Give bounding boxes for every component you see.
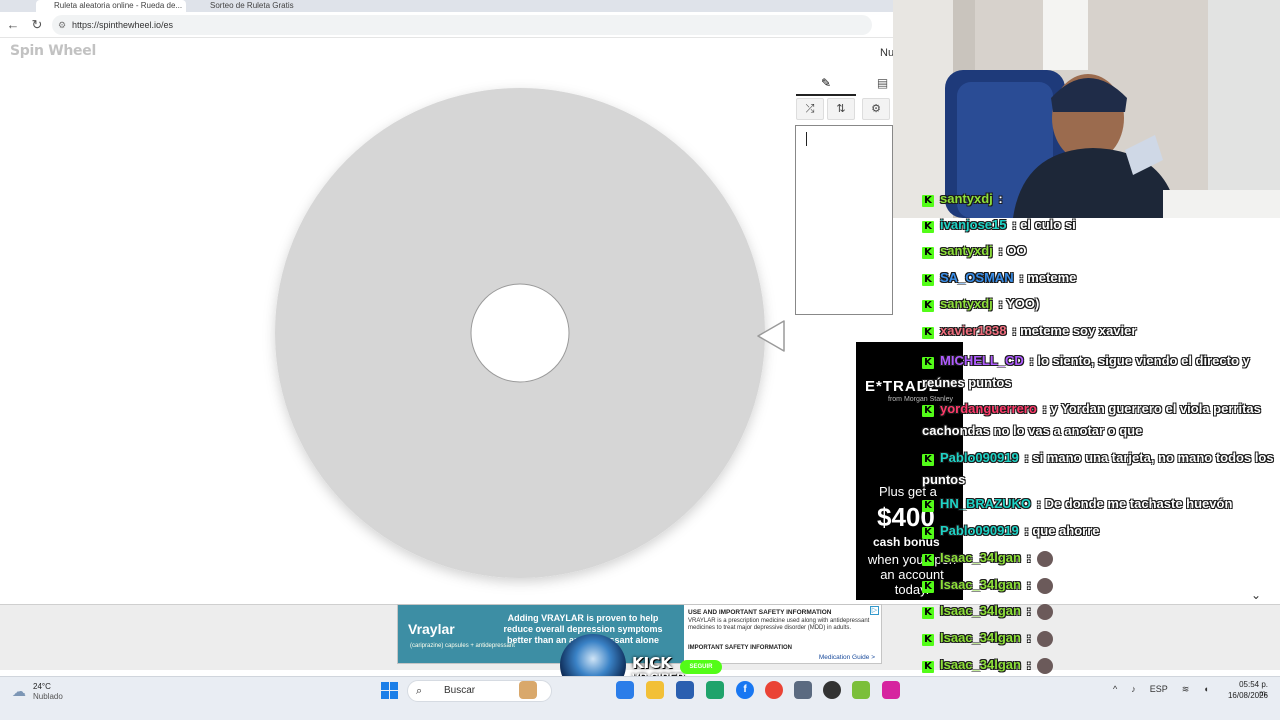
edge-icon[interactable] bbox=[706, 681, 724, 699]
shuffle-button[interactable]: ⤮ bbox=[796, 98, 824, 120]
ad-info-body: VRAYLAR is a prescription medicine used … bbox=[688, 618, 870, 631]
volume-icon[interactable]: ◖ bbox=[1203, 684, 1208, 695]
entries-textarea[interactable] bbox=[795, 125, 893, 315]
store-icon[interactable] bbox=[676, 681, 694, 699]
system-tray: ^ ♪ ESP ≋ ◖ bbox=[1113, 684, 1209, 695]
etrade-plus: Plus get a bbox=[879, 484, 937, 499]
kick-follow-pill: SEGUIR bbox=[680, 660, 722, 674]
sort-icon: ⇅ bbox=[836, 103, 846, 115]
microphone-icon[interactable]: ♪ bbox=[1131, 684, 1136, 695]
clipboard-icon: ▤ bbox=[876, 76, 889, 90]
ad-choices-icon[interactable]: ▷ bbox=[870, 606, 879, 615]
screen: Ruleta aleatoria online - Rueda de... So… bbox=[0, 0, 1280, 720]
gear-icon: ⚙ bbox=[871, 103, 881, 115]
results-tab[interactable]: ▤ bbox=[872, 72, 893, 96]
section-label-cut: Nu bbox=[880, 47, 895, 59]
chrome-icon[interactable] bbox=[765, 681, 783, 699]
weather-temp[interactable]: 24°C bbox=[33, 682, 51, 691]
pencil-icon: ✎ bbox=[820, 76, 832, 90]
text-caret bbox=[806, 132, 807, 146]
language-indicator[interactable]: ESP bbox=[1150, 684, 1168, 695]
reload-icon[interactable]: ↻ bbox=[28, 16, 46, 34]
instagram-icon[interactable] bbox=[882, 681, 900, 699]
chevron-up-icon[interactable]: ^ bbox=[1113, 684, 1117, 695]
ad-info-title: USE AND IMPORTANT SAFETY INFORMATION bbox=[688, 609, 832, 616]
wheel-pointer-icon bbox=[757, 320, 785, 352]
settings-button[interactable]: ⚙ bbox=[862, 98, 890, 120]
chevron-down-icon[interactable]: ⌄ bbox=[1251, 588, 1261, 602]
browser-tab-strip: Ruleta aleatoria online - Rueda de... So… bbox=[0, 0, 893, 12]
etrade-bonus: cash bonus bbox=[873, 535, 940, 549]
wheel-center-button[interactable] bbox=[470, 283, 570, 383]
clock-date[interactable]: 16/08/2026 bbox=[1224, 691, 1268, 700]
address-bar[interactable]: ⚙ https://spinthewheel.io/es bbox=[52, 15, 872, 35]
shuffle-icon: ⤮ bbox=[805, 103, 815, 115]
browser-toolbar: ← ↻ ⚙ https://spinthewheel.io/es bbox=[0, 12, 893, 38]
address-url: https://spinthewheel.io/es bbox=[72, 20, 174, 30]
site-info-icon[interactable]: ⚙ bbox=[58, 15, 66, 35]
file-explorer-icon[interactable] bbox=[616, 681, 634, 699]
back-arrow-icon[interactable]: ← bbox=[4, 16, 22, 34]
obs-icon[interactable] bbox=[823, 681, 841, 699]
ad-brand: Vraylar bbox=[408, 621, 455, 637]
windows-taskbar: ☁ 24°C Nublado ⌕ Buscar f ^ ♪ ESP ≋ ◖ 05… bbox=[0, 676, 1280, 720]
browser-tab-spinwheel[interactable]: Ruleta aleatoria online - Rueda de... bbox=[36, 0, 186, 12]
edit-tab[interactable]: ✎ bbox=[796, 72, 856, 96]
etrade-logo: E*TRADE bbox=[865, 378, 940, 395]
food-widget-icon[interactable] bbox=[519, 681, 537, 699]
minecraft-icon[interactable] bbox=[852, 681, 870, 699]
cloud-icon[interactable]: ☁ bbox=[12, 683, 26, 700]
weather-desc[interactable]: Nublado bbox=[33, 692, 63, 701]
taskbar-search-placeholder: Buscar bbox=[444, 685, 476, 696]
etrade-when: when you open an account today. bbox=[867, 552, 957, 597]
webcam-image bbox=[893, 0, 1280, 218]
browser-tab-sorteo[interactable]: Sorteo de Ruleta Gratis bbox=[192, 0, 342, 12]
kick-logo-text: KICK bbox=[632, 654, 672, 672]
calculator-icon[interactable] bbox=[794, 681, 812, 699]
etrade-ad[interactable]: E*TRADE from Morgan Stanley Plus get a $… bbox=[856, 342, 963, 600]
windows-start-icon[interactable] bbox=[381, 682, 398, 699]
etrade-amount: $400 bbox=[877, 502, 935, 532]
ad-medication-guide-link[interactable]: Medication Guide > bbox=[819, 654, 875, 661]
webcam-feed bbox=[893, 0, 1280, 218]
facebook-icon[interactable]: f bbox=[736, 681, 754, 699]
sort-button[interactable]: ⇅ bbox=[827, 98, 855, 120]
wifi-icon[interactable]: ≋ bbox=[1182, 684, 1190, 695]
search-icon: ⌕ bbox=[416, 685, 423, 697]
folder-icon[interactable] bbox=[646, 681, 664, 699]
etrade-from: from Morgan Stanley bbox=[888, 396, 953, 403]
